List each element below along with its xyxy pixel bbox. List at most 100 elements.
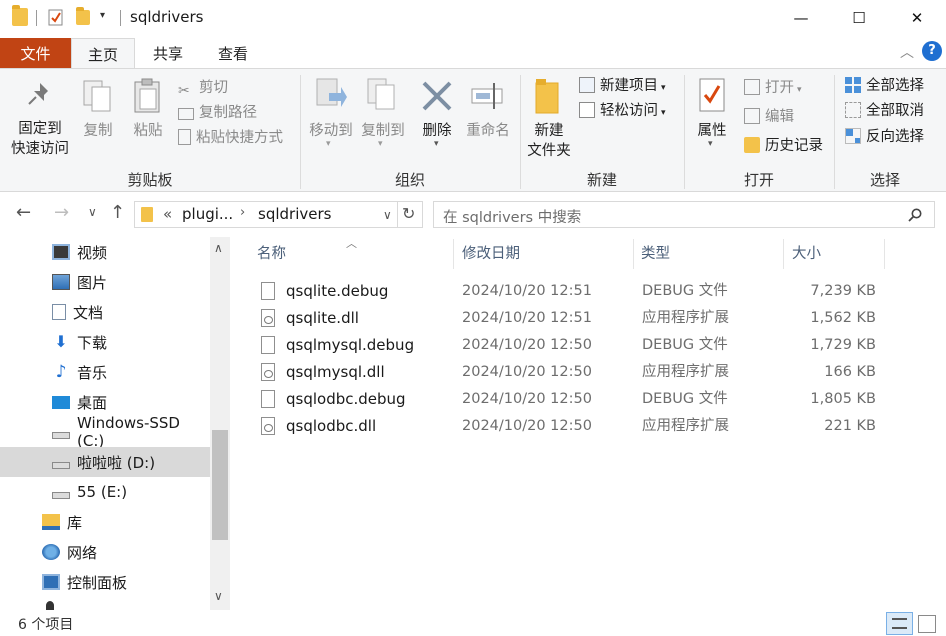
folder-icon bbox=[12, 5, 28, 26]
breadcrumb-plugins[interactable]: plugi... bbox=[182, 205, 233, 223]
search-icon[interactable] bbox=[908, 208, 922, 222]
copy-to-button[interactable]: 复制到 bbox=[356, 121, 410, 141]
properties-button[interactable]: 属性 bbox=[692, 121, 732, 141]
large-icons-view-icon[interactable] bbox=[918, 615, 936, 633]
minimize-button[interactable]: — bbox=[772, 0, 830, 36]
tab-share[interactable]: 共享 bbox=[137, 38, 199, 69]
scroll-up-chevron-icon[interactable]: ∧ bbox=[214, 241, 223, 255]
search-box[interactable]: 在 sqldrivers 中搜索 bbox=[433, 201, 935, 228]
group-label-open: 打开 bbox=[743, 171, 774, 189]
nav-item-control-panel[interactable]: 控制面板 bbox=[0, 567, 210, 597]
column-divider[interactable] bbox=[783, 239, 784, 269]
search-input[interactable]: 在 sqldrivers 中搜索 bbox=[443, 206, 581, 227]
back-arrow-icon[interactable]: ← bbox=[16, 202, 31, 223]
copy-path-button[interactable]: 复制路径 bbox=[178, 102, 257, 124]
forward-arrow-icon[interactable]: → bbox=[54, 202, 69, 223]
table-row[interactable]: qsqlodbc.dll 2024/10/20 12:50 应用程序扩展 221 KB bbox=[256, 413, 904, 440]
drive-icon bbox=[52, 461, 70, 469]
download-icon: ⬇ bbox=[54, 332, 68, 351]
table-row[interactable]: qsqlmysql.dll 2024/10/20 12:50 应用程序扩展 166 K… bbox=[256, 359, 904, 386]
nav-item-label: Windows-SSD (C:) bbox=[77, 414, 180, 450]
new-folder-button[interactable]: 新建 文件夹 bbox=[524, 121, 574, 161]
table-row[interactable]: qsqlmysql.debug 2024/10/20 12:50 DEBUG 文件 1… bbox=[256, 332, 904, 359]
table-row[interactable]: qsqlite.dll 2024/10/20 12:51 应用程序扩展 1,562 K… bbox=[256, 305, 904, 332]
nav-item-desktop[interactable]: 桌面 bbox=[0, 387, 210, 417]
nav-item-network[interactable]: 网络 bbox=[0, 537, 210, 567]
scissors-icon: ✂ bbox=[178, 83, 190, 99]
select-all-button[interactable]: 全部选择 bbox=[845, 75, 924, 97]
new-item-button[interactable]: 新建项目 ▾ bbox=[579, 75, 666, 97]
nav-item-libraries[interactable]: 库 bbox=[0, 507, 210, 537]
paste-shortcut-button[interactable]: 粘贴快捷方式 bbox=[178, 127, 283, 149]
file-icon bbox=[261, 390, 275, 408]
drive-icon bbox=[52, 431, 70, 439]
up-arrow-icon[interactable]: ↑ bbox=[110, 202, 125, 223]
navigation-pane: 视频 图片 文档 ⬇ 下载 ♪ 音乐 桌面 Windows-SSD (C:) 啦… bbox=[0, 237, 230, 610]
breadcrumb-sqldrivers[interactable]: sqldrivers bbox=[258, 205, 331, 223]
close-button[interactable]: ✕ bbox=[888, 0, 946, 36]
nav-item-label: 网络 bbox=[67, 543, 98, 562]
help-icon[interactable]: ? bbox=[922, 41, 942, 61]
edit-button[interactable]: 编辑 bbox=[744, 106, 794, 128]
file-type: DEBUG 文件 bbox=[642, 391, 728, 407]
customize-toolbar-chevron-icon[interactable]: ▾ bbox=[100, 10, 105, 21]
maximize-button[interactable]: ☐ bbox=[830, 0, 888, 36]
column-header-date[interactable]: 修改日期 bbox=[462, 237, 520, 271]
nav-item-videos[interactable]: 视频 bbox=[0, 237, 210, 267]
nav-item-music[interactable]: ♪ 音乐 bbox=[0, 357, 210, 387]
column-divider[interactable] bbox=[633, 239, 634, 269]
tab-home[interactable]: 主页 bbox=[71, 38, 135, 69]
properties-icon[interactable] bbox=[48, 9, 64, 27]
nav-item-pictures[interactable]: 图片 bbox=[0, 267, 210, 297]
refresh-icon: ↻ bbox=[402, 204, 416, 223]
tab-file[interactable]: 文件 bbox=[0, 38, 71, 69]
open-button[interactable]: 打开 ▾ bbox=[744, 77, 802, 99]
pin-icon bbox=[28, 83, 48, 105]
tab-view[interactable]: 查看 bbox=[201, 38, 265, 69]
delete-button[interactable]: 删除 bbox=[418, 121, 456, 141]
file-icon bbox=[261, 336, 275, 354]
new-folder-icon[interactable] bbox=[76, 7, 90, 25]
invert-selection-button[interactable]: 反向选择 bbox=[845, 126, 924, 148]
file-date: 2024/10/20 12:50 bbox=[462, 364, 592, 380]
nav-item-documents[interactable]: 文档 bbox=[0, 297, 210, 327]
nav-scrollbar[interactable]: ∧ ∨ bbox=[210, 237, 230, 610]
column-header-type[interactable]: 类型 bbox=[641, 237, 670, 271]
history-label: 历史记录 bbox=[765, 138, 823, 154]
nav-scrollbar-thumb[interactable] bbox=[212, 430, 228, 540]
dll-file-icon bbox=[261, 417, 275, 435]
history-button[interactable]: 历史记录 bbox=[744, 135, 823, 157]
address-bar[interactable]: « plugi... › sqldrivers ∨ bbox=[134, 201, 398, 228]
paste-button[interactable]: 粘贴 bbox=[126, 121, 170, 141]
breadcrumb-separator-icon[interactable]: › bbox=[240, 205, 245, 220]
scroll-down-chevron-icon[interactable]: ∨ bbox=[214, 589, 223, 603]
title-bar: ▾ sqldrivers — ☐ ✕ bbox=[0, 0, 946, 36]
select-none-button[interactable]: 全部取消 bbox=[845, 100, 924, 122]
column-divider[interactable] bbox=[453, 239, 454, 269]
rename-button[interactable]: 重命名 bbox=[462, 121, 514, 141]
column-header-size[interactable]: 大小 bbox=[792, 237, 821, 271]
overflow-indicator[interactable]: « bbox=[163, 205, 172, 223]
move-to-button[interactable]: 移动到 bbox=[304, 121, 358, 141]
new-folder-icon bbox=[535, 79, 559, 114]
details-view-button[interactable] bbox=[886, 612, 913, 635]
nav-item-drive-d[interactable]: 啦啦啦 (D:) bbox=[0, 447, 210, 477]
address-dropdown-chevron-icon[interactable]: ∨ bbox=[383, 208, 392, 222]
cut-button[interactable]: ✂ 剪切 bbox=[178, 77, 228, 99]
table-row[interactable]: qsqlodbc.debug 2024/10/20 12:50 DEBUG 文件 1,… bbox=[256, 386, 904, 413]
recent-locations-chevron-icon[interactable]: ∨ bbox=[88, 205, 97, 219]
column-header-name[interactable]: 名称 bbox=[257, 237, 286, 271]
column-divider[interactable] bbox=[884, 239, 885, 269]
table-row[interactable]: qsqlite.debug 2024/10/20 12:51 DEBUG 文件 7,2… bbox=[256, 278, 904, 305]
refresh-button[interactable]: ↻ bbox=[398, 201, 423, 228]
pin-to-quick-access-button[interactable]: 固定到 快速访问 bbox=[6, 119, 74, 159]
details-view-icon bbox=[892, 618, 907, 629]
paste-shortcut-label: 粘贴快捷方式 bbox=[196, 130, 283, 146]
library-icon bbox=[42, 514, 60, 530]
nav-item-drive-e[interactable]: 55 (E:) bbox=[0, 477, 210, 507]
copy-button[interactable]: 复制 bbox=[78, 121, 118, 141]
nav-item-downloads[interactable]: ⬇ 下载 bbox=[0, 327, 210, 357]
easy-access-button[interactable]: 轻松访问 ▾ bbox=[579, 100, 666, 122]
nav-item-drive-c[interactable]: Windows-SSD (C:) bbox=[0, 414, 210, 450]
collapse-ribbon-chevron-icon[interactable]: ︿ bbox=[900, 42, 914, 62]
